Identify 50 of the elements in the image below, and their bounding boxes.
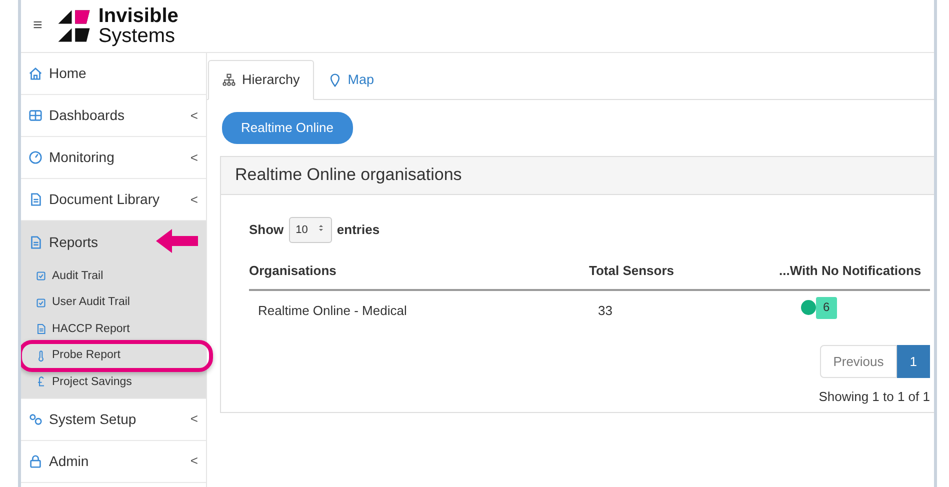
map-pin-icon	[328, 73, 342, 87]
chevron-icon: <	[190, 190, 198, 210]
lock-icon	[28, 454, 43, 468]
sidebar-item[interactable]: Reports	[21, 221, 206, 263]
menu-icon[interactable]: ≡	[33, 14, 42, 38]
gears-icon	[28, 412, 43, 426]
pointer-arrow	[156, 229, 200, 253]
checkbox-icon	[35, 270, 47, 282]
pound-icon	[35, 376, 47, 388]
show-label: Show	[249, 221, 284, 239]
tab[interactable]: Hierarchy	[208, 60, 314, 100]
logo-text: Systems	[98, 25, 176, 47]
sidebar-item[interactable]: Admin <	[21, 440, 206, 482]
column-header: Total Sensors	[589, 261, 779, 290]
checkbox-icon	[35, 296, 47, 309]
sidebar-subitem[interactable]: HACCP Report	[21, 316, 206, 342]
hierarchy-icon	[222, 73, 236, 87]
document-icon	[28, 192, 43, 207]
entries-select[interactable]: 10	[288, 216, 332, 243]
tab[interactable]: Map	[314, 60, 388, 100]
sidebar-item[interactable]: Dashboards <	[21, 95, 206, 137]
table-info: Showing 1 to 1 of 1	[818, 388, 930, 406]
table-cell-text: 33	[597, 302, 614, 320]
home-icon	[28, 66, 43, 81]
entries-label: entries	[336, 221, 380, 239]
chevron-icon: <	[190, 106, 198, 126]
sidebar-item[interactable]: Home	[21, 53, 206, 95]
chevron-icon: <	[190, 409, 198, 429]
panel-title: Realtime Online organisations	[221, 156, 934, 194]
column-header: Organisations	[249, 261, 589, 290]
sidebar-subitem[interactable]: Project Savings	[21, 369, 206, 396]
grid-icon	[28, 108, 43, 123]
gauge-icon	[28, 150, 43, 165]
pagination-button[interactable]: Previous	[820, 344, 897, 378]
sidebar-subitem[interactable]: User Audit Trail	[21, 290, 206, 316]
column-header: ...With No Notifications	[779, 261, 930, 290]
sidebar-item[interactable]: System Setup <	[21, 398, 206, 440]
table-cell-text: Realtime Online - Medical	[257, 302, 408, 320]
logo-icon	[56, 8, 92, 44]
logo-text: Invisible	[98, 6, 178, 26]
chevron-icon: <	[190, 148, 198, 168]
sidebar-subitem[interactable]: Probe Report	[21, 342, 206, 369]
pagination-button[interactable]: 1	[896, 344, 930, 378]
document-icon	[28, 234, 43, 250]
count-badge: 6	[816, 296, 837, 318]
sidebar-item[interactable]: Monitoring <	[21, 137, 206, 179]
chevron-icon: <	[190, 451, 198, 471]
document-icon	[35, 323, 47, 336]
realtime-online-button[interactable]: Realtime Online	[222, 112, 352, 144]
sidebar-subitem[interactable]: Audit Trail	[21, 263, 206, 290]
